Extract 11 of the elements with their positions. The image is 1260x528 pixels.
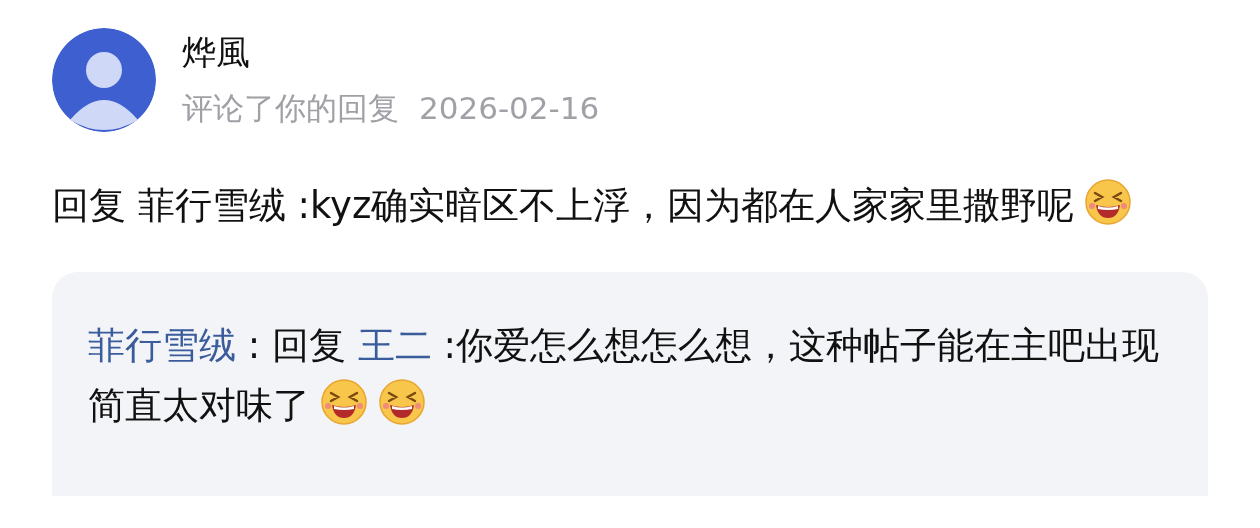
user-name[interactable]: 烨風 — [182, 30, 600, 74]
grinning-face-icon — [320, 378, 368, 426]
grinning-face-icon — [1084, 178, 1133, 226]
comment-text: 回复 菲行雪绒 :kyz确实暗区不上浮，因为都在人家家里撒野呢 — [52, 174, 1202, 238]
avatar[interactable] — [52, 28, 156, 132]
quoted-reply-text: 菲行雪绒 : 回复 王二 :你爱怎么想怎么想，这种帖子能在主吧出现简直太对味了 — [88, 323, 1160, 429]
user-link[interactable]: 菲行雪绒 — [88, 324, 236, 367]
date-text: 2026-02-16 — [419, 89, 600, 128]
grinning-face-icon — [378, 378, 426, 426]
user-link[interactable]: 王二 — [357, 324, 432, 367]
action-text: 评论了你的回复 — [182, 89, 399, 128]
